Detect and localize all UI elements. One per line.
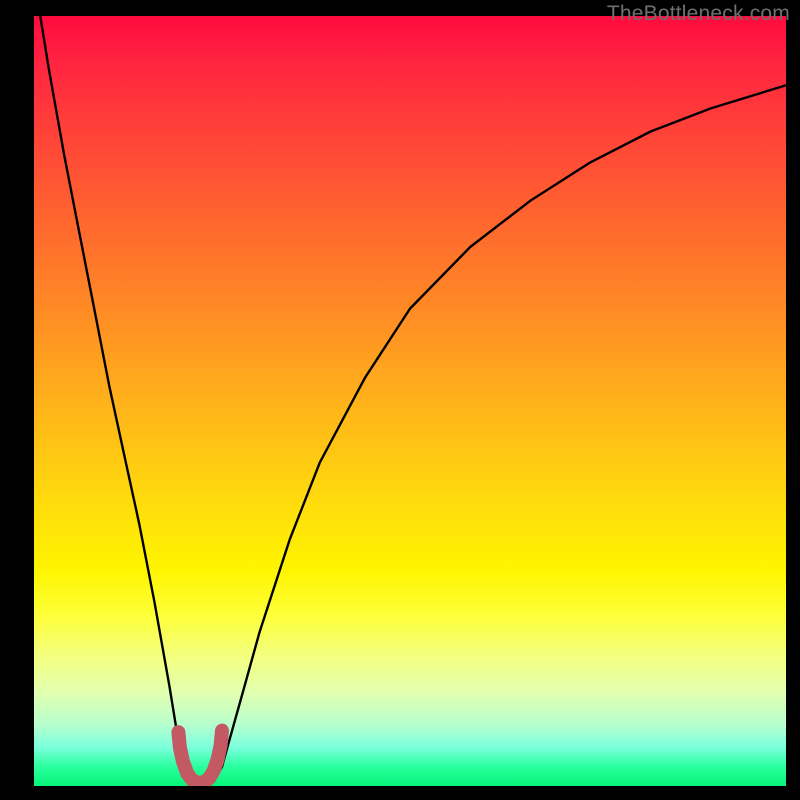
plot-area [34, 16, 786, 786]
trough-marker [178, 731, 222, 783]
chart-frame: TheBottleneck.com [0, 0, 800, 800]
curve-layer [34, 16, 786, 786]
watermark-text: TheBottleneck.com [607, 2, 790, 26]
bottleneck-curve [34, 16, 786, 783]
